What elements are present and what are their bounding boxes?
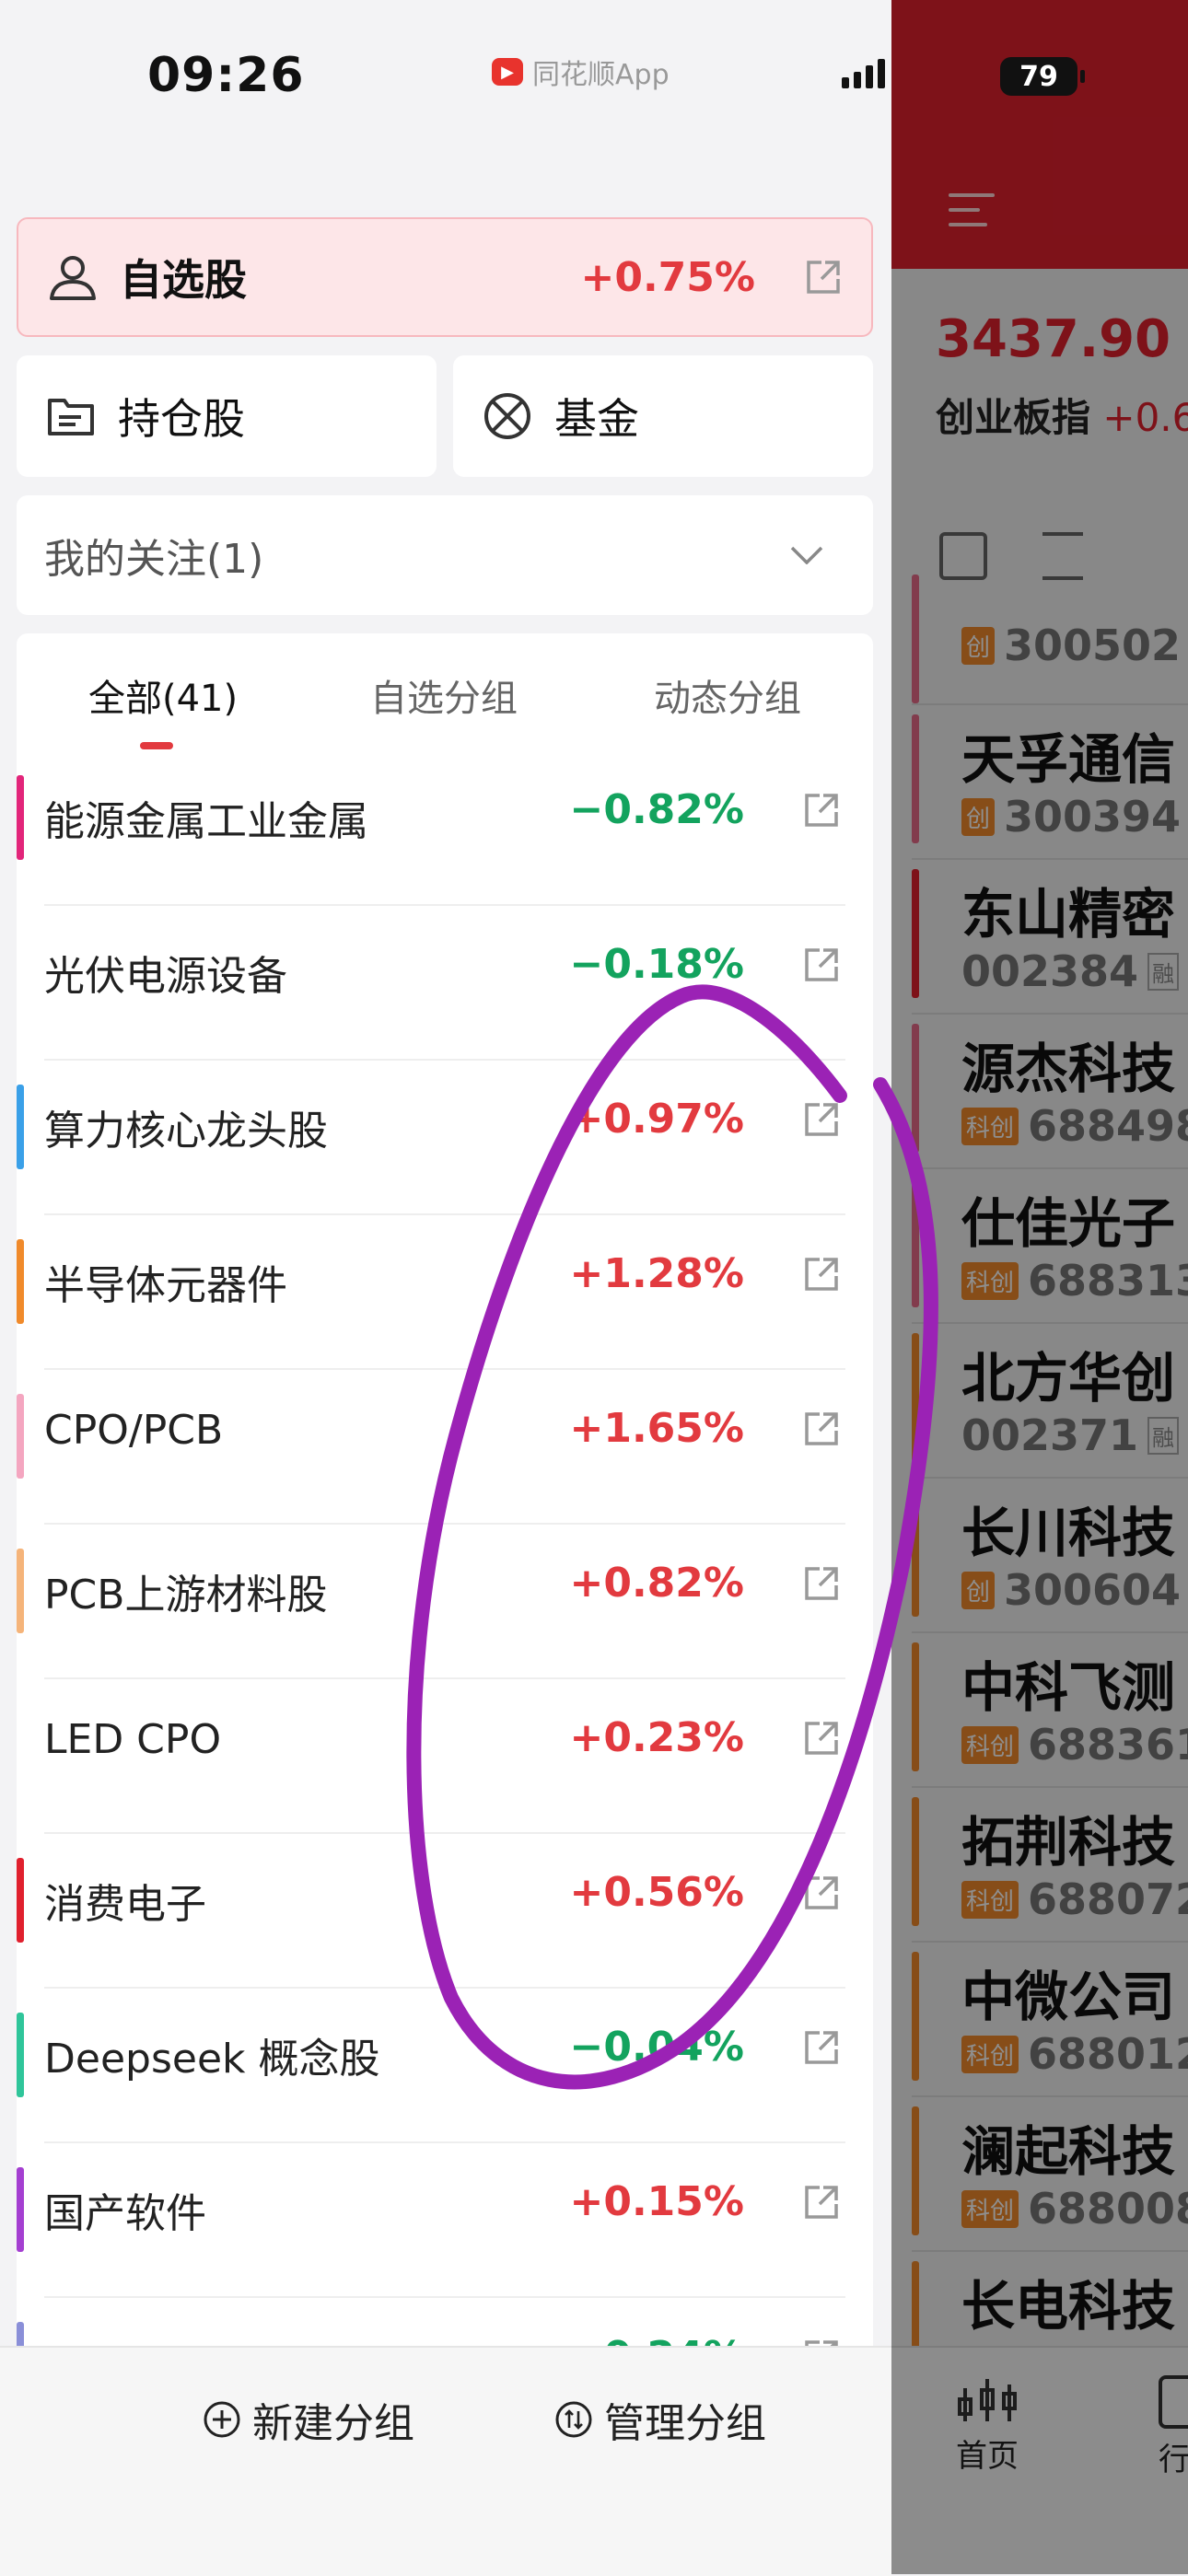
group-list-panel: 全部(41) 自选分组 动态分组 能源金属工业金属 −0.82% 光伏电源设备 −0.… — [17, 633, 873, 2348]
group-color-bar — [17, 2322, 24, 2348]
external-link-icon[interactable] — [801, 1718, 842, 1758]
manage-group-button[interactable]: 管理分组 — [554, 2390, 766, 2449]
folder-icon — [48, 399, 94, 435]
group-row[interactable]: 国产软件 +0.15% — [17, 2143, 873, 2298]
drawer-bottom-bar: 新建分组 管理分组 — [0, 2346, 891, 2576]
external-link-icon[interactable] — [801, 1254, 842, 1294]
dim-overlay[interactable] — [891, 0, 1188, 2574]
group-color-bar — [17, 775, 24, 860]
my-follow-dropdown[interactable]: 我的关注(1) — [17, 495, 873, 615]
user-icon — [50, 256, 96, 300]
watchlist-label: 自选股 — [120, 255, 247, 305]
plus-circle-icon — [204, 2401, 240, 2438]
group-change: +0.97% — [569, 1096, 744, 1143]
external-link-icon[interactable] — [803, 257, 844, 297]
battery-indicator: 79 — [1000, 57, 1085, 96]
tab-all[interactable]: 全部(41) — [88, 668, 238, 722]
group-list: 能源金属工业金属 −0.82% 光伏电源设备 −0.18% 算力核心龙头股 +0.97% 半… — [17, 751, 873, 2348]
group-row[interactable]: LED CPO +0.23% — [17, 1679, 873, 1834]
group-change: +0.56% — [569, 1869, 744, 1916]
fund-icon — [484, 393, 530, 439]
group-change: −0.82% — [569, 786, 744, 833]
external-link-icon[interactable] — [801, 1563, 842, 1604]
tab-custom-groups[interactable]: 自选分组 — [370, 668, 518, 722]
external-link-icon[interactable] — [801, 790, 842, 830]
group-color-bar — [17, 1394, 24, 1479]
chevron-down-icon — [790, 546, 823, 564]
manage-group-label: 管理分组 — [604, 2400, 766, 2447]
group-row[interactable]: 智能医疗−0.24% — [17, 2298, 873, 2348]
group-color-bar — [17, 1085, 24, 1169]
group-name: 算力核心龙头股 — [44, 1108, 328, 1155]
group-change: +0.23% — [569, 1714, 744, 1761]
group-name: 国产软件 — [44, 2190, 206, 2237]
group-name: 半导体元器件 — [44, 1262, 287, 1309]
group-row[interactable]: CPO/PCB +1.65% — [17, 1370, 873, 1525]
group-change: +0.15% — [569, 2178, 744, 2225]
group-row[interactable]: 半导体元器件 +1.28% — [17, 1215, 873, 1370]
external-link-icon[interactable] — [801, 1099, 842, 1140]
group-change: +0.82% — [569, 1560, 744, 1607]
funds-label: 基金 — [554, 394, 639, 444]
group-change: −0.04% — [569, 2024, 744, 2071]
group-change: +1.28% — [569, 1250, 744, 1297]
group-row[interactable]: 能源金属工业金属 −0.82% — [17, 751, 873, 906]
group-name: PCB上游材料股 — [44, 1572, 328, 1619]
external-link-icon[interactable] — [801, 1873, 842, 1913]
group-row[interactable]: 光伏电源设备 −0.18% — [17, 906, 873, 1061]
tab-dynamic-groups[interactable]: 动态分组 — [654, 668, 801, 722]
group-color-bar — [17, 2167, 24, 2252]
watchlist-drawer: 自选股 +0.75% 持仓股 基金 我的关注(1) 全部(41) 自选分组 动态… — [0, 0, 891, 2576]
group-name: CPO/PCB — [44, 1407, 224, 1454]
my-follow-label: 我的关注(1) — [44, 536, 264, 583]
new-group-button[interactable]: 新建分组 — [203, 2390, 414, 2449]
watchlist-card[interactable]: 自选股 +0.75% — [17, 217, 873, 337]
sort-circle-icon — [555, 2401, 592, 2438]
external-link-icon[interactable] — [801, 945, 842, 985]
holdings-label: 持仓股 — [118, 394, 245, 444]
holdings-card[interactable]: 持仓股 — [17, 355, 437, 477]
external-link-icon[interactable] — [801, 1409, 842, 1449]
group-row[interactable]: 算力核心龙头股 +0.97% — [17, 1061, 873, 1215]
active-tab-indicator — [140, 742, 173, 749]
group-name: 消费电子 — [44, 1881, 206, 1928]
new-group-label: 新建分组 — [252, 2400, 414, 2447]
group-color-bar — [17, 1239, 24, 1324]
group-color-bar — [17, 1858, 24, 1943]
group-change: +1.65% — [569, 1405, 744, 1452]
group-row[interactable]: PCB上游材料股 +0.82% — [17, 1525, 873, 1679]
watchlist-change: +0.75% — [580, 253, 755, 301]
group-row[interactable]: Deepseek 概念股 −0.04% — [17, 1989, 873, 2143]
funds-card[interactable]: 基金 — [453, 355, 873, 477]
group-change: −0.18% — [569, 941, 744, 988]
group-name: 光伏电源设备 — [44, 953, 287, 1000]
group-name: LED CPO — [44, 1716, 222, 1763]
group-name: 能源金属工业金属 — [44, 798, 368, 845]
group-color-bar — [17, 2013, 24, 2097]
group-row[interactable]: 消费电子 +0.56% — [17, 1834, 873, 1989]
group-color-bar — [17, 1549, 24, 1633]
group-name: Deepseek 概念股 — [44, 2036, 380, 2083]
group-tabs: 全部(41) 自选分组 动态分组 — [17, 633, 873, 755]
external-link-icon[interactable] — [801, 2182, 842, 2222]
external-link-icon[interactable] — [801, 2027, 842, 2068]
